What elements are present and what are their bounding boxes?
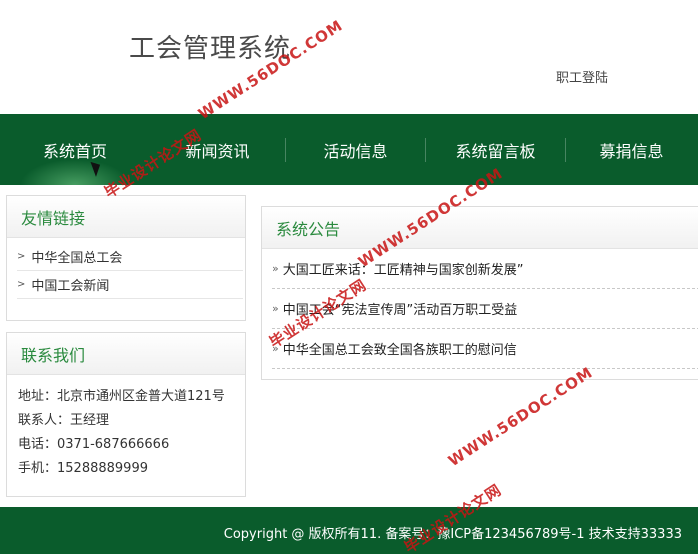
announcement-item[interactable]: » 大国工匠来话：工匠精神与国家创新发展” <box>272 249 698 289</box>
announcements-panel: 系统公告 » 大国工匠来话：工匠精神与国家创新发展” » 中国工会“宪法宣传周”活动… <box>261 206 698 380</box>
announcement-item[interactable]: » 中华全国总工会致全国各族职工的慰问信 <box>272 329 698 369</box>
double-chevron-icon: » <box>272 302 279 315</box>
friend-links-panel: 友情链接 > 中华全国总工会 > 中国工会新闻 <box>6 195 246 321</box>
footer: Copyright @ 版权所有11. 备案号：豫ICP备123456789号-… <box>0 507 698 554</box>
nav-message-board[interactable]: 系统留言板 <box>426 114 565 185</box>
announcement-item[interactable]: » 中国工会“宪法宣传周”活动百万职工受益 <box>272 289 698 329</box>
friend-link-label: 中华全国总工会 <box>31 251 123 266</box>
friend-link-item[interactable]: > 中华全国总工会 <box>17 243 243 271</box>
main-nav: 系统首页 新闻资讯 活动信息 系统留言板 募捐信息 <box>0 114 698 185</box>
footer-copyright: Copyright @ 版权所有11. 备案号：豫ICP备123456789号-… <box>223 527 682 542</box>
friend-link-label: 中国工会新闻 <box>31 279 110 294</box>
nav-home[interactable]: 系统首页 <box>0 114 150 185</box>
friend-link-item[interactable]: > 中国工会新闻 <box>17 271 243 299</box>
nav-activities[interactable]: 活动信息 <box>286 114 425 185</box>
announcement-link: 中华全国总工会致全国各族职工的慰问信 <box>282 343 517 358</box>
announcement-link: 中国工会“宪法宣传周”活动百万职工受益 <box>282 303 518 318</box>
announcement-link: 大国工匠来话：工匠精神与国家创新发展” <box>282 263 524 278</box>
chevron-right-icon: > <box>17 251 26 262</box>
contact-title: 联系我们 <box>7 333 245 375</box>
double-chevron-icon: » <box>272 262 279 275</box>
site-title: 工会管理系统 <box>129 34 292 64</box>
chevron-right-icon: > <box>17 279 26 290</box>
contact-mobile: 手机：15288889999 <box>18 461 148 476</box>
contact-phone: 电话：0371-687666666 <box>18 437 170 452</box>
contact-address: 地址：北京市通州区金普大道121号 <box>18 389 225 404</box>
announcements-title: 系统公告 <box>262 207 698 249</box>
staff-login-link[interactable]: 职工登陆 <box>556 67 608 86</box>
contact-person: 联系人：王经理 <box>18 413 110 428</box>
nav-news[interactable]: 新闻资讯 <box>150 114 285 185</box>
double-chevron-icon: » <box>272 342 279 355</box>
nav-donations[interactable]: 募捐信息 <box>566 114 697 185</box>
header: 工会管理系统 职工登陆 <box>0 0 698 114</box>
contact-panel: 联系我们 地址：北京市通州区金普大道121号 联系人：王经理 电话：0371-6… <box>6 332 246 497</box>
friend-links-title: 友情链接 <box>7 196 245 238</box>
